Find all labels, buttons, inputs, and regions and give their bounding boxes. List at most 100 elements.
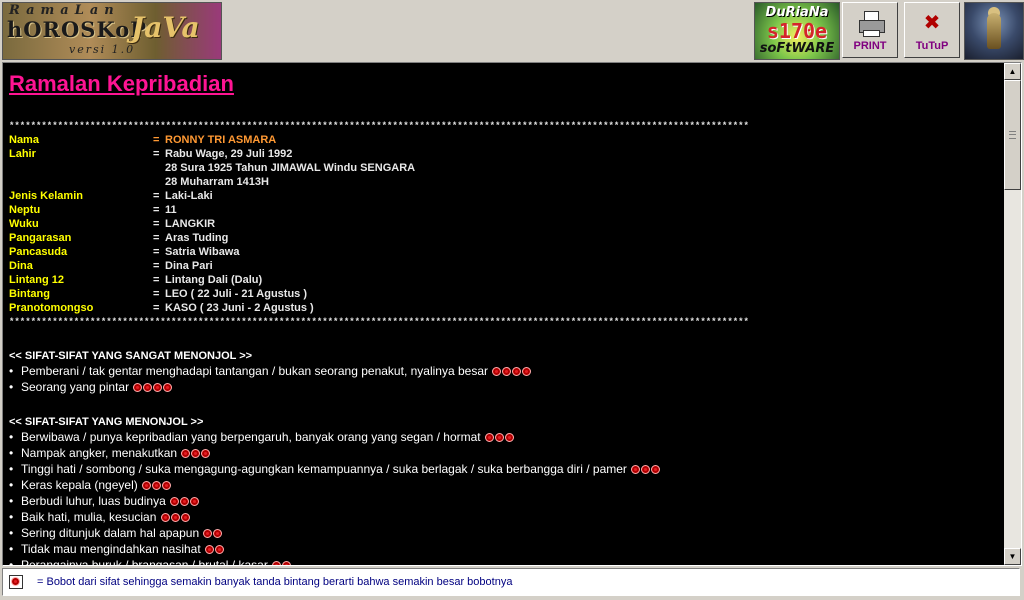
bullet-icon: •: [9, 364, 14, 378]
field-row: Lahir = Rabu Wage, 29 Juli 1992: [9, 147, 989, 161]
field-value: = RONNY TRI ASMARA: [153, 133, 276, 147]
trait-item: • Keras kepala (ngeyel): [9, 477, 989, 493]
field-value: = Lintang Dali (Dalu): [153, 273, 262, 287]
field-key: Jenis Kelamin: [9, 190, 83, 202]
field-value: 28 Sura 1925 Tahun JIMAWAL Windu SENGARA: [153, 161, 415, 175]
scroll-up-button[interactable]: ▲: [1004, 63, 1021, 80]
field-row: 28 Sura 1925 Tahun JIMAWAL Windu SENGARA: [9, 161, 989, 175]
bullet-icon: •: [9, 462, 14, 476]
legend-text: = Bobot dari sifat sehingga semakin bany…: [37, 576, 513, 588]
trait-text: Pemberani / tak gentar menghadapi tantan…: [21, 364, 492, 378]
field-value-text: Dina Pari: [165, 260, 213, 272]
field-row: Lintang 12 = Lintang Dali (Dalu): [9, 273, 989, 287]
field-key: [9, 175, 153, 189]
field-value: = Aras Tuding: [153, 231, 228, 245]
field-value: = Rabu Wage, 29 Juli 1992: [153, 147, 292, 161]
weight-star-icon: [203, 529, 213, 538]
field-key: Wuku: [9, 218, 39, 230]
weight-star-icon: [181, 449, 191, 458]
brand-line1: DuRiaNa: [765, 5, 829, 20]
bullet-icon: •: [9, 430, 14, 444]
field-row: Dina = Dina Pari: [9, 259, 989, 273]
weight-star-icon: [272, 561, 282, 565]
weight-star-icon: [484, 433, 494, 442]
weight-star-icon: [641, 465, 651, 474]
field-separator: =: [153, 148, 160, 160]
field-value: = 11: [153, 203, 177, 217]
logo-line2: hOROSKoP: [7, 17, 148, 42]
logo-line1: RamaLan: [9, 3, 120, 18]
report-body: Ramalan Kepribadian ********************…: [9, 67, 989, 565]
field-key: Nama: [9, 134, 39, 146]
field-separator: =: [153, 288, 160, 300]
field-separator: =: [153, 134, 160, 146]
weight-star-icon: [205, 545, 214, 554]
weight-star-icon: [201, 449, 211, 458]
bullet-icon: •: [9, 380, 14, 394]
brand-line2: s170e: [766, 19, 828, 43]
field-value-text: 11: [165, 204, 177, 216]
field-row: Pranotomongso = KASO ( 23 Juni - 2 Agustu…: [9, 301, 989, 315]
weight-star-icon: [651, 465, 661, 474]
field-value: = Laki-Laki: [153, 189, 213, 203]
weight-star-icon: [494, 433, 504, 442]
page-title: Ramalan Kepribadian: [9, 71, 234, 96]
field-separator: =: [153, 190, 160, 202]
bullet-icon: •: [9, 542, 14, 556]
field-key: Neptu: [9, 204, 41, 216]
trait-item: • Seorang yang pintar: [9, 379, 989, 395]
trait-text: Nampak angker, menakutkan: [21, 446, 181, 460]
weight-star-icon: [133, 383, 143, 392]
section-title: << SIFAT-SIFAT YANG MENONJOL >>: [9, 416, 204, 428]
field-row: Neptu = 11: [9, 203, 989, 217]
print-button[interactable]: PRINT: [842, 2, 898, 58]
bullet-icon: •: [9, 478, 14, 492]
field-value-text: Aras Tuding: [165, 232, 229, 244]
field-key: Pangarasan: [9, 232, 72, 244]
field-key: Dina: [9, 260, 33, 272]
trait-item: • Baik hati, mulia, kesucian: [9, 509, 989, 525]
scroll-thumb[interactable]: [1004, 80, 1021, 190]
trait-item: • Sering ditunjuk dalam hal apapun: [9, 525, 989, 541]
report-panel[interactable]: Ramalan Kepribadian ********************…: [2, 62, 1022, 566]
app-logo: RamaLan hOROSKoP JaVa versi 1.0: [2, 2, 222, 60]
field-value: = LANGKIR: [153, 217, 215, 231]
field-key: Lintang 12: [9, 274, 65, 286]
legend-bar: = Bobot dari sifat sehingga semakin bany…: [2, 568, 1020, 596]
weight-star-icon: [502, 367, 512, 376]
weight-star-icon: [142, 481, 152, 490]
weight-star-icon: [504, 433, 514, 442]
field-separator: =: [153, 204, 160, 216]
weight-star-icon: [512, 367, 522, 376]
bullet-icon: •: [9, 494, 14, 508]
field-value-text: 28 Sura 1925 Tahun JIMAWAL Windu SENGARA: [165, 162, 416, 174]
field-separator: =: [153, 302, 160, 314]
field-row: Bintang = LEO ( 22 Juli - 21 Agustus ): [9, 287, 989, 301]
scroll-down-button[interactable]: ▼: [1004, 548, 1021, 565]
weight-star-icon: [153, 383, 163, 392]
weight-star-icon: [180, 513, 190, 522]
field-separator: =: [153, 232, 160, 244]
field-key: Bintang: [9, 288, 50, 300]
grip-icon: [1009, 131, 1016, 139]
weight-star-icon: [215, 545, 224, 554]
field-separator: =: [153, 274, 160, 286]
weight-star-icon: [162, 481, 172, 490]
field-value: = Dina Pari: [153, 259, 213, 273]
close-button[interactable]: ✖ TuTuP: [904, 2, 960, 58]
field-key: [9, 161, 153, 175]
bullet-icon: •: [9, 446, 14, 460]
weight-star-icon: [163, 383, 173, 392]
bullet-icon: •: [9, 510, 14, 524]
trait-text: Sering ditunjuk dalam hal apapun: [21, 526, 203, 540]
field-row: 28 Muharram 1413H: [9, 175, 989, 189]
field-value-text: 28 Muharram 1413H: [165, 176, 269, 188]
trait-text: Berbudi luhur, luas budinya: [21, 494, 170, 508]
field-separator: =: [153, 246, 160, 258]
vertical-scrollbar[interactable]: ▲ ▼: [1004, 63, 1021, 565]
divider-bottom: ****************************************…: [9, 317, 749, 327]
weight-star-icon: [631, 465, 641, 474]
trait-text: Tidak mau mengindahkan nasihat: [21, 542, 204, 556]
weight-star-icon: [191, 449, 201, 458]
field-value-text: Lintang Dali (Dalu): [165, 274, 263, 286]
